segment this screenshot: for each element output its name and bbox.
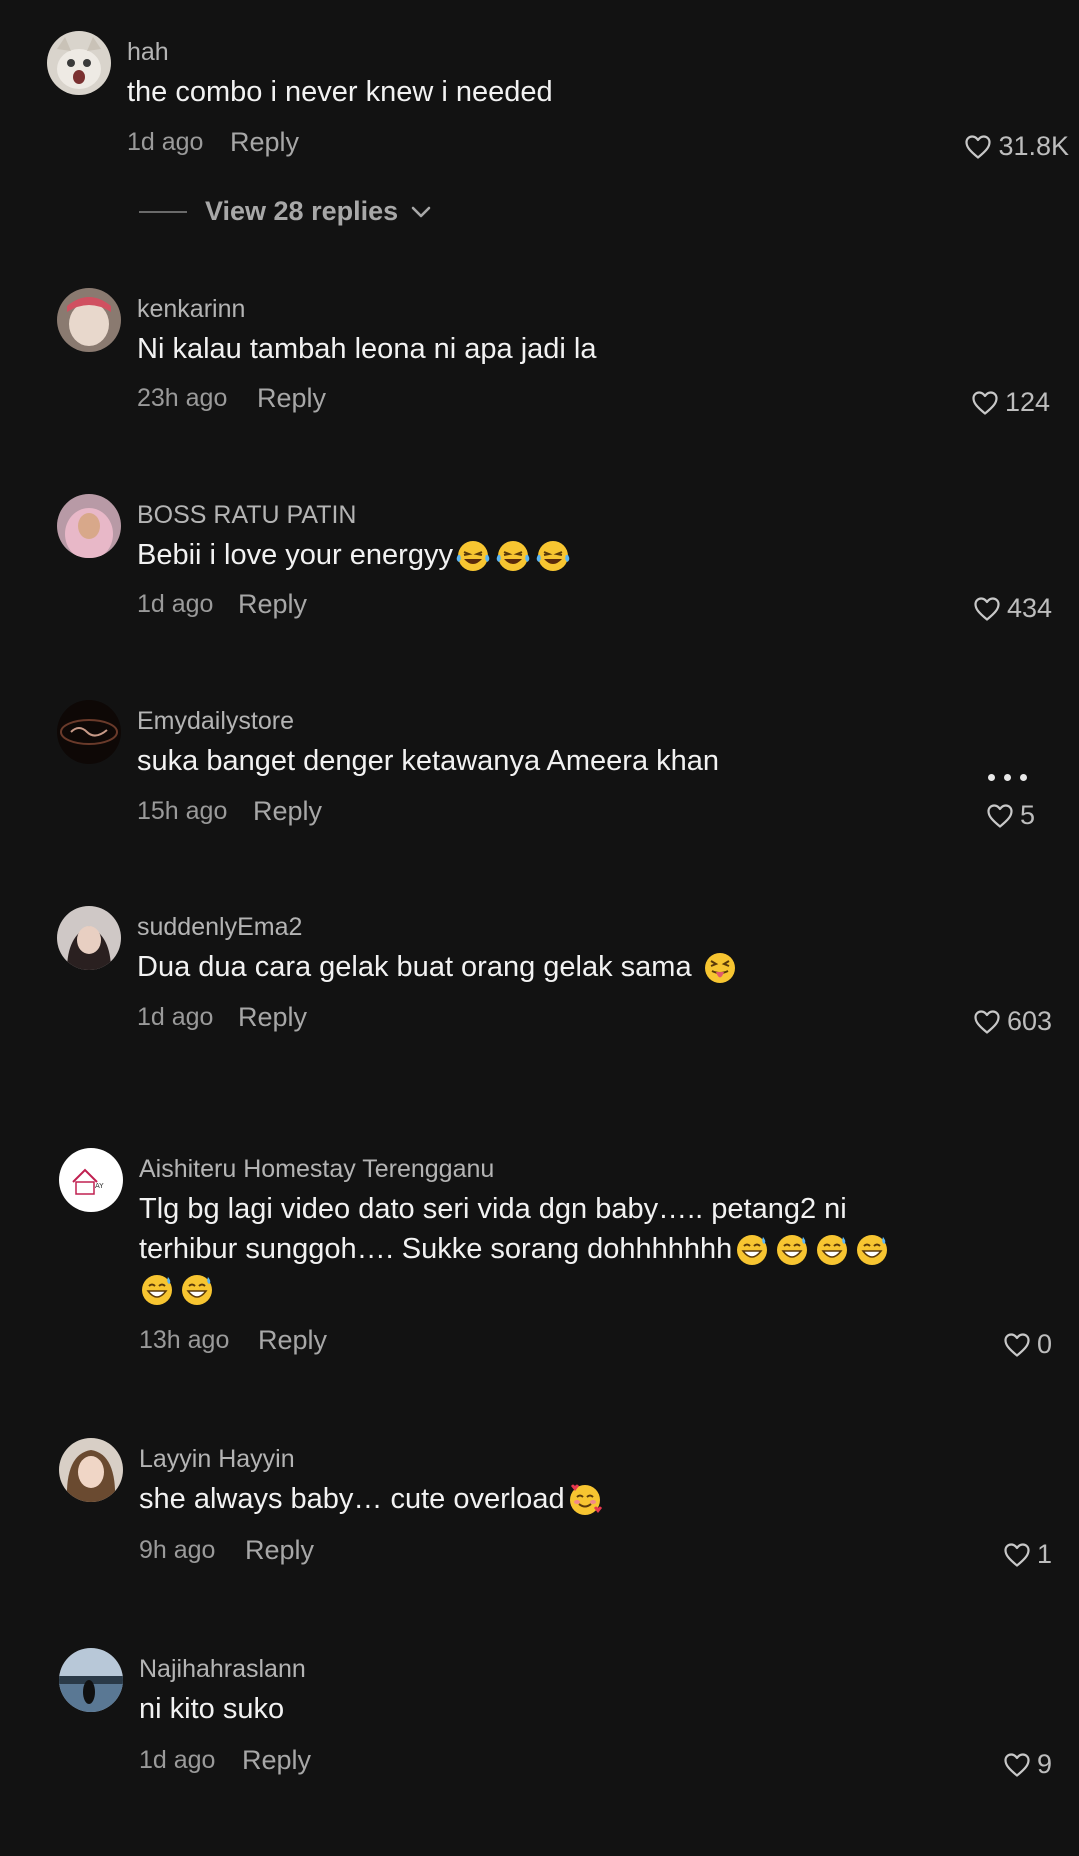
comment-username[interactable]: hah — [127, 38, 169, 67]
grinning-sweat-emoji — [734, 1232, 770, 1268]
comment-text: Ni kalau tambah leona ni apa jadi la — [137, 333, 597, 365]
like-count: 5 — [1019, 800, 1035, 830]
comment-text: the combo i never knew i needed — [127, 76, 553, 108]
heart-icon — [971, 390, 999, 416]
grinning-sweat-emoji — [814, 1232, 850, 1268]
comment-time: 1d ago — [137, 1003, 214, 1031]
comment-text: she always baby… cute overload — [139, 1479, 605, 1519]
like-count: 9 — [1036, 1749, 1052, 1779]
grinning-sweat-emoji — [179, 1272, 215, 1308]
comment-username[interactable]: Aishiteru Homestay Terengganu — [139, 1155, 494, 1184]
like-count: 603 — [1006, 1006, 1052, 1036]
comment-time: 15h ago — [137, 797, 228, 825]
reply-button[interactable]: Reply — [242, 1745, 311, 1776]
like-button[interactable]: 5 — [986, 800, 1035, 831]
heart-icon — [964, 134, 992, 160]
heart-icon — [1003, 1332, 1031, 1358]
view-replies-button[interactable]: View 28 replies — [139, 196, 432, 227]
reply-button[interactable]: Reply — [253, 796, 322, 827]
like-button[interactable]: 9 — [1003, 1749, 1052, 1780]
comment-text: Dua dua cara gelak buat orang gelak sama — [137, 947, 740, 987]
comment-time: 1d ago — [127, 128, 204, 156]
comment-text: terhibur sunggoh…. Sukke sorang dohhhhhh… — [139, 1229, 892, 1269]
like-button[interactable]: 1 — [1003, 1539, 1052, 1570]
heart-icon — [973, 1009, 1001, 1035]
heart-icon — [1003, 1542, 1031, 1568]
avatar[interactable] — [57, 906, 121, 970]
heart-icon — [1003, 1752, 1031, 1778]
comment-time: 23h ago — [137, 384, 228, 412]
avatar[interactable]: AY — [59, 1148, 123, 1212]
replies-divider — [139, 210, 187, 213]
comment-text-content: Dua dua cara gelak buat orang gelak sama — [137, 951, 700, 983]
like-button[interactable]: 603 — [973, 1006, 1052, 1037]
comment-text: Bebii i love your energyy — [137, 535, 573, 575]
like-button[interactable]: 124 — [971, 387, 1050, 418]
reply-button[interactable]: Reply — [258, 1325, 327, 1356]
comment-time: 1d ago — [137, 590, 214, 618]
avatar[interactable] — [57, 288, 121, 352]
like-button[interactable]: 31.8K — [964, 131, 1069, 162]
comment-time: 1d ago — [139, 1746, 216, 1774]
reply-button[interactable]: Reply — [245, 1535, 314, 1566]
comment-username[interactable]: kenkarinn — [137, 295, 245, 324]
avatar[interactable] — [59, 1648, 123, 1712]
like-count: 434 — [1006, 593, 1052, 623]
comment-text-content: terhibur sunggoh…. Sukke sorang dohhhhhh… — [139, 1233, 733, 1265]
tears-of-joy-emoji — [495, 538, 531, 574]
heart-icon — [986, 803, 1014, 829]
like-count: 0 — [1036, 1329, 1052, 1359]
view-replies-label: View 28 replies — [205, 196, 399, 226]
comment-time: 13h ago — [139, 1326, 230, 1354]
grinning-sweat-emoji — [854, 1232, 890, 1268]
like-button[interactable]: 434 — [973, 593, 1052, 624]
avatar[interactable] — [47, 31, 111, 95]
like-count: 124 — [1004, 387, 1050, 417]
reply-button[interactable]: Reply — [257, 383, 326, 414]
comment-username[interactable]: suddenlyEma2 — [137, 913, 302, 942]
like-count: 1 — [1036, 1539, 1052, 1569]
comment-username[interactable]: Layyin Hayyin — [139, 1445, 295, 1474]
chevron-down-icon — [411, 206, 431, 217]
squinting-tongue-emoji — [702, 950, 738, 986]
like-count: 31.8K — [998, 131, 1069, 161]
smiling-face-with-hearts-emoji — [567, 1482, 603, 1518]
reply-button[interactable]: Reply — [230, 127, 299, 158]
comment-username[interactable]: Najihahraslann — [139, 1655, 306, 1684]
reply-button[interactable]: Reply — [238, 589, 307, 620]
svg-text:AY: AY — [95, 1182, 104, 1190]
like-button[interactable]: 0 — [1003, 1329, 1052, 1360]
avatar[interactable] — [57, 494, 121, 558]
avatar[interactable] — [57, 700, 121, 764]
comment-text — [137, 1269, 217, 1309]
avatar[interactable] — [59, 1438, 123, 1502]
comment-text-content: she always baby… cute overload — [139, 1483, 565, 1515]
reply-button[interactable]: Reply — [238, 1002, 307, 1033]
more-options-icon[interactable] — [986, 768, 1030, 788]
tears-of-joy-emoji — [535, 538, 571, 574]
comment-text: suka banget denger ketawanya Ameera khan — [137, 745, 720, 777]
grinning-sweat-emoji — [774, 1232, 810, 1268]
comment-username[interactable]: Emydailystore — [137, 707, 294, 736]
comment-time: 9h ago — [139, 1536, 216, 1564]
comment-text: Tlg bg lagi video dato seri vida dgn bab… — [139, 1193, 847, 1225]
comment-text: ni kito suko — [139, 1693, 285, 1725]
heart-icon — [973, 596, 1001, 622]
tears-of-joy-emoji — [455, 538, 491, 574]
comment-username[interactable]: BOSS RATU PATIN — [137, 501, 356, 530]
grinning-sweat-emoji — [139, 1272, 175, 1308]
comment-text-content: Bebii i love your energyy — [137, 539, 453, 571]
